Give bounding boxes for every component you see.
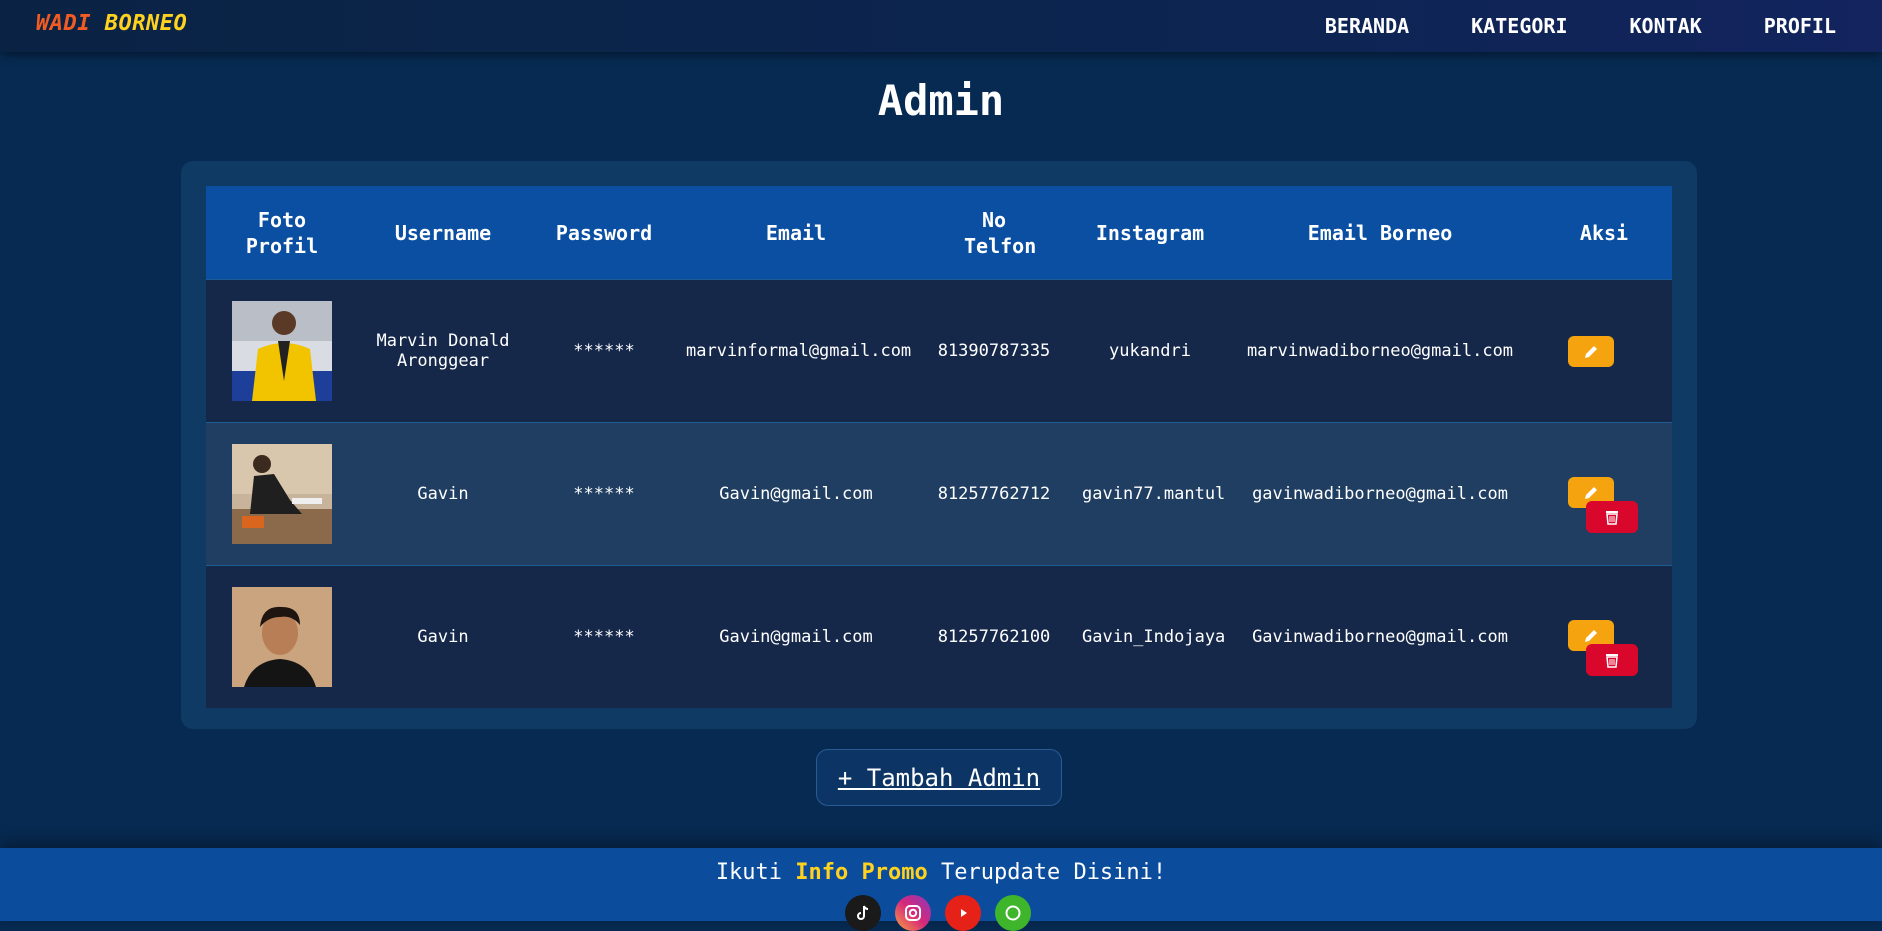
email-cell: Gavin@gmail.com [680,422,912,566]
delete-button[interactable] [1586,644,1638,676]
col-header-password: Password [528,186,680,280]
brand-word-1: WADI [36,11,91,36]
phone-cell: 81390787335 [912,279,1076,423]
action-group [1542,306,1666,396]
footer-highlight: Info Promo [795,860,928,885]
social-links [845,895,1031,931]
action-group [1542,592,1666,682]
instagram-cell: yukandri [1076,279,1224,423]
aksi-cell [1536,279,1672,423]
phone-cell: 81257762712 [912,422,1076,566]
col-header-email: Email [680,186,912,280]
profile-photo [232,444,332,544]
footer-promo-text: Ikuti Info Promo Terupdate Disini! [0,860,1882,885]
username-cell: Gavin [358,565,528,708]
trash-icon [1606,654,1618,668]
brand-logo[interactable]: WADI BORNEO [36,11,187,36]
password-cell: ****** [528,422,680,566]
photo-cell [206,565,358,708]
col-header-username: Username [358,186,528,280]
col-header-instagram: Instagram [1076,186,1224,280]
nav-links: BERANDA KATEGORI KONTAK PROFIL [1325,0,1836,52]
instagram-cell: gavin77.mantul [1076,422,1225,566]
nav-item-beranda[interactable]: BERANDA [1325,14,1409,38]
email-borneo-cell: marvinwadiborneo@gmail.com [1224,279,1536,423]
table-header-row: Foto Profil Username Password Email No T… [206,186,1672,280]
password-cell: ****** [528,279,680,423]
instagram-icon[interactable] [895,895,931,931]
password-cell: ****** [528,565,680,708]
delete-button[interactable] [1586,501,1638,533]
col-header-aksi: Aksi [1536,186,1672,280]
table-row: Gavin ****** Gavin@gmail.com 81257762712… [206,422,1672,566]
pencil-icon [1585,345,1597,358]
whatsapp-icon[interactable] [995,895,1031,931]
youtube-icon[interactable] [945,895,981,931]
instagram-cell: Gavin_Indojaya [1076,565,1225,708]
brand-word-2: BORNEO [104,11,188,36]
edit-button[interactable] [1568,336,1614,367]
admin-table-card: Foto Profil Username Password Email No T… [181,161,1697,729]
page-title: Admin [877,76,1005,125]
email-cell: Gavin@gmail.com [680,565,912,708]
email-cell: marvinformal@gmail.com [680,279,912,423]
nav-item-profil[interactable]: PROFIL [1764,14,1836,38]
table-row: Marvin Donald Aronggear ****** marvinfor… [206,279,1672,423]
aksi-cell [1536,565,1672,708]
trash-icon [1606,511,1618,525]
table-row: Gavin ****** Gavin@gmail.com 81257762100… [206,565,1672,708]
navbar: WADI BORNEO BERANDA KATEGORI KONTAK PROF… [0,0,1882,52]
tiktok-icon[interactable] [845,895,881,931]
nav-item-kategori[interactable]: KATEGORI [1471,14,1567,38]
col-header-phone: No Telfon [912,186,1076,280]
username-cell: Gavin [358,422,528,566]
profile-photo [232,587,332,687]
col-header-foto: Foto Profil [206,186,358,280]
phone-cell: 81257762100 [912,565,1076,708]
photo-cell [206,422,358,566]
aksi-cell [1536,422,1672,566]
email-borneo-cell: gavinwadiborneo@gmail.com [1224,422,1536,566]
admin-table: Foto Profil Username Password Email No T… [206,186,1672,708]
footer-text-before: Ikuti [715,860,796,885]
action-group [1542,449,1666,539]
email-borneo-cell: Gavinwadiborneo@gmail.com [1224,565,1536,708]
username-cell: Marvin Donald Aronggear [358,279,528,423]
footer-text-after: Terupdate Disini! [927,860,1167,885]
profile-photo [232,301,332,401]
pencil-icon [1585,486,1597,499]
col-header-email-borneo: Email Borneo [1224,186,1536,280]
photo-cell [206,279,358,423]
nav-item-kontak[interactable]: KONTAK [1630,14,1702,38]
pencil-icon [1585,629,1597,642]
add-admin-button[interactable]: + Tambah Admin [816,749,1062,806]
